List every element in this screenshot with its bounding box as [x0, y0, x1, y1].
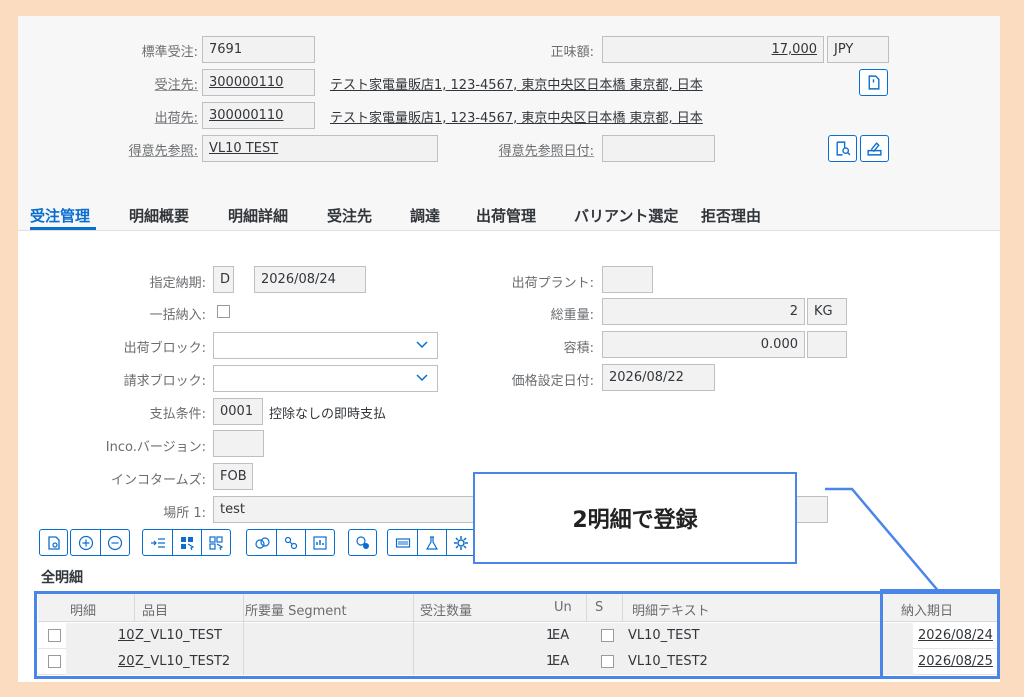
billing-block-dropdown[interactable]	[213, 365, 438, 392]
net-value-label: 正味額:	[550, 45, 594, 60]
selection-group	[142, 529, 231, 556]
cust-ref-date-field[interactable]	[602, 135, 715, 162]
active-tab-indicator	[30, 227, 96, 230]
currency-icon	[355, 535, 369, 549]
req-deliv-type-field[interactable]: D	[213, 266, 234, 293]
tab-item-overview[interactable]: 明細概要	[129, 205, 189, 226]
gear-icon	[454, 535, 468, 550]
document-button[interactable]	[859, 69, 888, 96]
print-button[interactable]	[860, 135, 889, 162]
volume-field[interactable]: 0.000	[602, 331, 805, 358]
tab-order-management[interactable]: 受注管理	[30, 205, 90, 226]
annotation-callout: 2明細で登録	[473, 472, 797, 564]
item-detail-button[interactable]	[39, 529, 68, 556]
document-icon	[868, 75, 880, 90]
payment-terms-label: 支払条件:	[149, 407, 206, 422]
tab-sold-to[interactable]: 受注先	[327, 205, 372, 226]
ship-to-label: 出荷先:	[154, 111, 198, 126]
tab-shipping[interactable]: 出荷管理	[476, 205, 536, 226]
add-row-button[interactable]	[71, 530, 100, 555]
incoterms-field[interactable]: FOB	[213, 463, 253, 490]
gross-weight-unit[interactable]: KG	[807, 298, 847, 325]
delivery-block-dropdown[interactable]	[213, 332, 438, 359]
table-icon	[313, 535, 327, 550]
payment-terms-text: 控除なしの即時支払	[269, 407, 387, 422]
gross-weight-label: 総重量:	[550, 308, 594, 323]
schedule-icon	[284, 536, 298, 549]
ship-to-field[interactable]: 300000110	[202, 102, 315, 129]
complete-deliv-checkbox[interactable]	[217, 305, 230, 318]
req-deliv-label: 指定納期:	[149, 276, 206, 291]
add-remove-group	[70, 529, 130, 556]
currency-field[interactable]: JPY	[827, 36, 889, 63]
deselect-all-button[interactable]	[201, 530, 230, 555]
cust-ref-field[interactable]: VL10 TEST	[202, 135, 438, 162]
schedule-lines-button[interactable]	[276, 530, 305, 555]
chevron-down-icon	[416, 341, 428, 349]
chevron-down-icon	[416, 374, 428, 382]
more-functions-group	[387, 529, 476, 556]
volume-unit[interactable]	[807, 331, 847, 358]
minus-circle-icon	[107, 535, 123, 550]
complete-deliv-label: 一括納入:	[149, 308, 206, 323]
req-deliv-date-field[interactable]: 2026/08/24	[254, 266, 366, 293]
search-doc-icon	[836, 141, 851, 156]
lab-button[interactable]	[417, 530, 446, 555]
billing-block-label: 請求ブロック:	[123, 374, 206, 389]
sales-order-window: 標準受注: 7691 正味額: 17,000 JPY 受注先: 30000011…	[18, 16, 1000, 682]
ship-to-address[interactable]: テスト家電量販店1, 123-4567, 東京中央区日本橋 東京都, 日本	[330, 107, 703, 126]
items-table-highlight	[34, 591, 1000, 679]
search-doc-button[interactable]	[828, 135, 857, 162]
insert-list-icon	[150, 537, 165, 548]
item-table-button[interactable]	[305, 530, 334, 555]
print-icon	[867, 142, 882, 156]
volume-label: 容積:	[563, 341, 594, 356]
detail-icon	[47, 535, 60, 550]
card-icon	[395, 537, 410, 548]
pricing-date-label: 価格設定日付:	[511, 374, 594, 389]
delivery-block-label: 出荷ブロック:	[123, 341, 206, 356]
remove-row-button[interactable]	[100, 530, 129, 555]
tab-item-detail[interactable]: 明細詳細	[228, 205, 288, 226]
select-all-button[interactable]	[172, 530, 201, 555]
gross-weight-field[interactable]: 2	[602, 298, 805, 325]
tab-procurement[interactable]: 調達	[410, 205, 440, 226]
delivery-date-highlight	[880, 589, 1000, 679]
std-order-label: 標準受注:	[141, 45, 198, 60]
tab-rejection-reason[interactable]: 拒否理由	[701, 205, 761, 226]
shipping-plant-label: 出荷プラント:	[511, 276, 594, 291]
insert-button[interactable]	[143, 530, 172, 555]
plus-circle-icon	[78, 535, 93, 550]
inco-version-field[interactable]	[213, 430, 264, 457]
tab-variant-selection[interactable]: バリアント選定	[574, 205, 678, 226]
cust-ref-date-label: 得意先参照日付:	[498, 144, 594, 159]
pricing-icon	[254, 536, 270, 549]
sold-to-address[interactable]: テスト家電量販店1, 123-4567, 東京中央区日本橋 東京都, 日本	[330, 74, 703, 93]
sold-to-label: 受注先:	[154, 78, 198, 93]
pricing-date-field[interactable]: 2026/08/22	[602, 364, 715, 391]
net-value-field[interactable]: 17,000	[602, 36, 824, 63]
location-label: 場所 1:	[163, 506, 206, 521]
currency-button[interactable]	[348, 529, 377, 556]
payment-button[interactable]	[388, 530, 417, 555]
shipping-plant-field[interactable]	[602, 266, 653, 293]
all-items-title: 全明細	[41, 570, 83, 586]
pricing-button[interactable]	[247, 530, 276, 555]
incoterms-label: インコタームズ:	[110, 473, 206, 488]
sold-to-field[interactable]: 300000110	[202, 69, 315, 96]
inco-version-label: Inco.バージョン:	[105, 440, 206, 455]
flask-icon	[425, 535, 439, 550]
std-order-field[interactable]: 7691	[202, 36, 315, 63]
cust-ref-label: 得意先参照:	[128, 144, 198, 159]
config-button[interactable]	[446, 530, 475, 555]
select-all-icon	[181, 536, 195, 550]
deselect-all-icon	[209, 535, 224, 550]
payment-terms-field[interactable]: 0001	[213, 398, 263, 425]
function-group	[246, 529, 335, 556]
